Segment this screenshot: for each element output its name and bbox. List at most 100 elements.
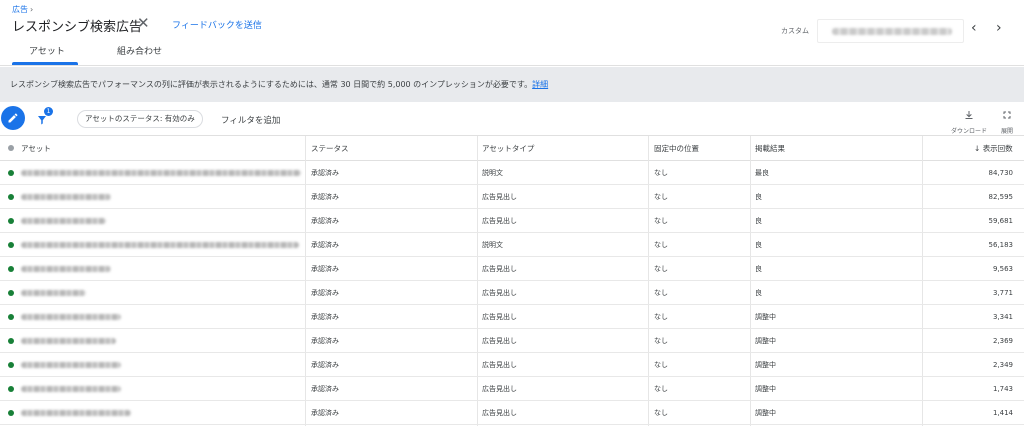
redacted-asset-text[interactable] [21,218,106,224]
col-header-impressions[interactable]: ↓ 表示回数 [974,136,1013,161]
pencil-icon [8,113,18,123]
chevron-right-icon: › [30,5,34,14]
table-row[interactable]: 承認済み 広告見出し なし 調整中 2,349 [0,353,1024,377]
expand-button[interactable]: 展開 [994,106,1020,135]
col-header-status[interactable]: ステータス [311,136,349,161]
cell-type: 広告見出し [482,337,517,345]
cell-type: 広告見出し [482,289,517,297]
table-header: アセット ステータス アセットタイプ 固定中の位置 掲載結果 ↓ 表示回数 [0,136,1024,161]
expand-label: 展開 [1000,128,1013,135]
cell-type: 広告見出し [482,217,517,225]
table-row[interactable]: 承認済み 広告見出し なし 調整中 1,414 [0,401,1024,425]
status-dot [8,314,14,320]
cell-impressions: 82,595 [988,193,1014,201]
cell-type: 広告見出し [482,265,517,273]
cell-impressions: 3,771 [992,289,1013,297]
table-row[interactable]: 承認済み 説明文 なし 最良 84,730 [0,161,1024,185]
cell-performance: 良 [755,193,762,201]
status-filter-chip[interactable]: アセットのステータス: 有効のみ [77,110,203,128]
status-dot [8,218,14,224]
cell-pinned: なし [654,385,668,393]
redacted-asset-text[interactable] [21,266,111,272]
add-filter-button[interactable]: フィルタを追加 [221,114,280,126]
redacted-asset-text[interactable] [21,362,121,368]
status-dot [8,170,14,176]
table-row[interactable]: 承認済み 説明文 なし 良 56,183 [0,233,1024,257]
table-row[interactable]: 承認済み 広告見出し なし 調整中 2,369 [0,329,1024,353]
cell-performance: 良 [755,265,762,273]
download-label: ダウンロード [950,128,987,135]
cell-impressions: 56,183 [988,241,1014,249]
col-header-pinned[interactable]: 固定中の位置 [654,136,699,161]
status-dot [8,266,14,272]
filter-count-badge: 1 [44,107,53,116]
date-range-picker[interactable] [817,19,964,43]
col-header-performance[interactable]: 掲載結果 [755,136,785,161]
cell-impressions: 9,563 [992,265,1013,273]
col-header-impressions-label: 表示回数 [982,144,1013,153]
table-toolbar: 1 アセットのステータス: 有効のみ フィルタを追加 ダウンロード 展開 [0,102,1024,136]
cell-status: 承認済み [311,361,339,369]
cell-impressions: 1,743 [992,385,1013,393]
col-header-asset[interactable]: アセット [21,136,51,161]
redacted-asset-text[interactable] [21,170,301,176]
table-row[interactable]: 承認済み 広告見出し なし 良 82,595 [0,185,1024,209]
redacted-date-range [832,28,952,35]
close-icon[interactable]: ✕ [137,14,150,32]
download-button[interactable]: ダウンロード [949,106,989,135]
col-header-type[interactable]: アセットタイプ [482,136,534,161]
cell-type: 広告見出し [482,361,517,369]
cell-status: 承認済み [311,193,339,201]
page-header: 広告 › レスポンシブ検索広告 ✕ フィードバックを送信 カスタム ‹ › アセッ… [0,0,1024,66]
cell-pinned: なし [654,193,668,201]
table-row[interactable]: 承認済み 広告見出し なし 良 3,771 [0,281,1024,305]
redacted-asset-text[interactable] [21,410,131,416]
edit-button[interactable] [1,106,25,130]
feedback-link[interactable]: フィードバックを送信 [172,18,262,31]
chevron-right-icon[interactable]: › [996,20,1002,36]
redacted-asset-text[interactable] [21,338,116,344]
redacted-asset-text[interactable] [21,314,121,320]
cell-pinned: なし [654,241,668,249]
table-row[interactable]: 承認済み 広告見出し なし 調整中 3,341 [0,305,1024,329]
breadcrumb[interactable]: 広告 › [12,4,33,15]
status-dot [8,362,14,368]
redacted-asset-text[interactable] [21,194,111,200]
tab-combinations[interactable]: 組み合わせ [117,44,162,57]
cell-pinned: なし [654,361,668,369]
cell-pinned: なし [654,217,668,225]
status-dot [8,194,14,200]
cell-performance: 調整中 [755,409,776,417]
breadcrumb-link[interactable]: 広告 [12,5,28,14]
cell-performance: 調整中 [755,361,776,369]
cell-performance: 最良 [755,169,769,177]
cell-type: 広告見出し [482,193,517,201]
cell-pinned: なし [654,337,668,345]
cell-impressions: 3,341 [992,313,1013,321]
cell-type: 説明文 [482,169,503,177]
table-row[interactable]: 承認済み 広告見出し なし 良 59,681 [0,209,1024,233]
cell-pinned: なし [654,409,668,417]
learn-more-link[interactable]: 詳細 [532,80,548,89]
status-dot [8,290,14,296]
cell-impressions: 1,414 [992,409,1013,417]
status-dot [8,386,14,392]
arrow-down-icon: ↓ [974,144,981,153]
status-dot [8,410,14,416]
header-status-dot [8,136,14,161]
redacted-asset-text[interactable] [21,290,86,296]
redacted-asset-text[interactable] [21,386,121,392]
cell-performance: 良 [755,289,762,297]
cell-performance: 調整中 [755,313,776,321]
chevron-left-icon[interactable]: ‹ [971,20,977,36]
info-banner: レスポンシブ検索広告でパフォーマンスの列に評価が表示されるようにするためには、通… [0,67,1024,102]
redacted-asset-text[interactable] [21,242,299,248]
page-title: レスポンシブ検索広告 [12,20,143,35]
table-row[interactable]: 承認済み 広告見出し なし 調整中 1,743 [0,377,1024,401]
cell-status: 承認済み [311,241,339,249]
cell-impressions: 84,730 [988,169,1014,177]
tab-assets[interactable]: アセット [29,44,65,57]
table-row[interactable]: 承認済み 広告見出し なし 良 9,563 [0,257,1024,281]
cell-status: 承認済み [311,337,339,345]
cell-impressions: 2,369 [992,337,1013,345]
